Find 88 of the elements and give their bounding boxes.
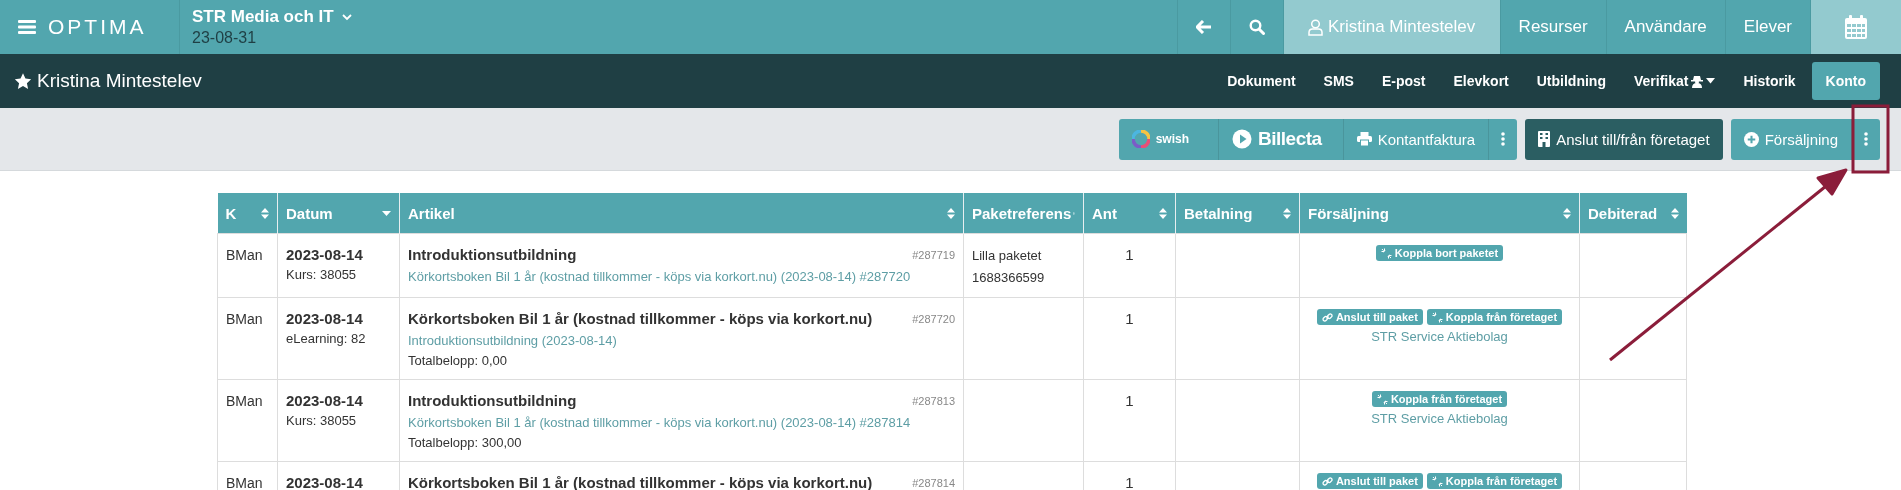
article-title: Introduktionsutbildning (408, 245, 577, 265)
arrow-left-icon (1195, 20, 1212, 34)
package-reference: 1688366599 (972, 269, 1046, 287)
column-header[interactable]: Datum (277, 193, 400, 234)
quantity: 1 (1125, 474, 1134, 490)
total-amount: Totalbelopp: 0,00 (408, 352, 509, 370)
article-title: Körkortsboken Bil 1 år (kostnad tillkommer - köps via korkort.nu) (408, 309, 873, 329)
company-link[interactable]: STR Service Aktiebolag (1308, 409, 1571, 429)
column-header[interactable]: Debiterad (1579, 193, 1687, 234)
chevron-down-icon[interactable] (341, 13, 352, 21)
company-name[interactable]: STR Media och IT (192, 7, 334, 27)
column-header[interactable]: Artikel (399, 193, 964, 234)
kebab-icon (1501, 132, 1506, 146)
column-header[interactable]: Paketreferens (963, 193, 1084, 234)
row-date: 2023-08-14 (286, 473, 364, 490)
more-button[interactable] (1851, 118, 1880, 160)
row-date: 2023-08-14 (286, 309, 364, 329)
building-icon (1538, 131, 1551, 147)
swish-button[interactable]: swish (1118, 118, 1219, 160)
sale-action-button[interactable]: Anslut till paket (1316, 473, 1423, 489)
user-secret-icon (1691, 74, 1704, 88)
student-name: Kristina Mintestelev (37, 70, 202, 92)
total-amount: Totalbelopp: 300,00 (408, 434, 523, 452)
link-icon (1321, 475, 1333, 487)
sale-action-button[interactable]: Koppla från företaget (1426, 473, 1563, 489)
company-link-button[interactable]: Anslut till/från företaget (1525, 118, 1723, 160)
tab[interactable]: Verifikat (1621, 64, 1728, 98)
row-subtitle: Kurs: 38055 (286, 412, 358, 430)
current-date: 23-08-31 (192, 29, 258, 47)
search-icon (1248, 19, 1265, 35)
unlink-icon (1380, 247, 1392, 259)
row-date: 2023-08-14 (286, 245, 364, 265)
column-header[interactable]: Ant (1083, 193, 1176, 234)
caret-icon (1706, 78, 1716, 84)
column-header[interactable]: K (217, 193, 278, 234)
star-icon[interactable] (14, 72, 32, 90)
calendar-button[interactable] (1810, 0, 1901, 54)
menu-icon[interactable] (18, 19, 36, 35)
table-cell: BMan (226, 475, 263, 490)
row-subtitle: Kurs: 38055 (286, 266, 358, 284)
sale-action-button[interactable]: Koppla bort paketet (1375, 245, 1504, 261)
tab[interactable]: SMS (1311, 64, 1366, 98)
related-article-link[interactable]: Körkortsboken Bil 1 år (kostnad tillkommer - köps via korkort.nu) (2023-08-14) #287720 (408, 267, 955, 287)
related-article-link[interactable]: Introduktionsutbildning (2023-08-14) (408, 331, 955, 351)
tab[interactable]: E-post (1369, 64, 1438, 98)
tab[interactable]: Historik (1731, 64, 1808, 98)
cash-invoice-button[interactable]: Kontantfaktura (1342, 118, 1489, 160)
sale-action-button[interactable]: Anslut till paket (1316, 309, 1423, 325)
unlink-icon (1431, 475, 1443, 487)
package-reference: Lilla paketet (972, 247, 1043, 265)
play-circle-icon (1232, 129, 1253, 149)
article-title: Introduktionsutbildning (408, 391, 577, 411)
tab[interactable]: Konto (1811, 62, 1880, 100)
annotation-box (1851, 104, 1890, 174)
calendar-icon (1844, 14, 1868, 40)
billecta-button[interactable]: Billecta (1218, 118, 1343, 160)
sale-action-button[interactable]: Koppla från företaget (1371, 391, 1508, 407)
related-article-link[interactable]: Körkortsboken Bil 1 år (kostnad tillkommer - köps via korkort.nu) (2023-08-14) #287814 (408, 413, 955, 433)
unlink-icon (1376, 393, 1388, 405)
unlink-icon (1431, 311, 1443, 323)
quantity: 1 (1125, 246, 1134, 263)
user-icon (1307, 18, 1323, 36)
tab[interactable]: Elevkort (1441, 64, 1521, 98)
table-cell: BMan (226, 311, 263, 327)
user-menu-button[interactable]: Kristina Mintestelev (1282, 0, 1500, 54)
tab[interactable]: Utbildning (1524, 64, 1618, 98)
link-icon (1321, 311, 1333, 323)
kebab-icon (1864, 132, 1868, 146)
article-id: #287720 (912, 312, 955, 327)
plus-circle-icon (1743, 131, 1759, 147)
table-cell: BMan (226, 247, 263, 263)
quantity: 1 (1125, 392, 1134, 409)
article-id: #287813 (912, 394, 955, 409)
column-header[interactable]: Försäljning (1299, 193, 1580, 234)
company-link[interactable]: STR Service Aktiebolag (1308, 327, 1571, 347)
sale-action-button[interactable]: Koppla från företaget (1426, 309, 1563, 325)
table-cell: BMan (226, 393, 263, 409)
sale-button[interactable]: Försäljning (1730, 118, 1851, 160)
article-id: #287719 (912, 248, 955, 263)
column-header[interactable]: Betalning (1175, 193, 1300, 234)
swish-logo-icon (1131, 130, 1150, 148)
printer-icon (1356, 132, 1372, 146)
tab[interactable]: Dokument (1215, 64, 1308, 98)
row-subtitle: eLearning: 82 (286, 330, 367, 348)
quantity: 1 (1125, 310, 1134, 327)
row-date: 2023-08-14 (286, 391, 364, 411)
article-id: #287814 (912, 476, 955, 490)
logo[interactable]: OPTIMA (48, 15, 147, 39)
